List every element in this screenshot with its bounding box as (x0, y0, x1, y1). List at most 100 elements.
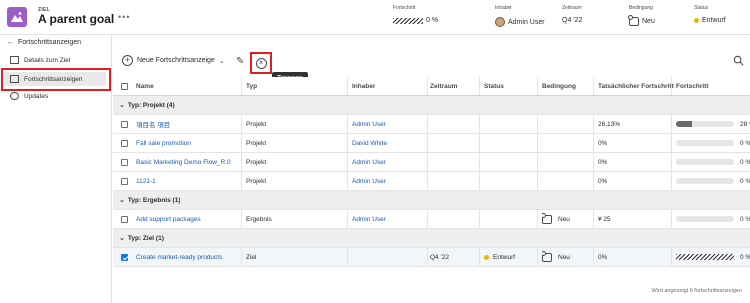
column-divider (537, 248, 538, 266)
chevron-down-icon[interactable]: ⌄ (119, 101, 125, 109)
row-select-cell[interactable] (121, 134, 128, 152)
row-select-cell[interactable] (121, 172, 128, 190)
row-actual-progress: 28,13% (598, 115, 620, 133)
row-checkbox[interactable] (121, 215, 128, 223)
table-row[interactable]: 項目名 項目 Projekt Admin User 28,13% 28 % (113, 115, 750, 134)
progress-text: 0 % (740, 177, 750, 185)
row-owner-text[interactable]: Admin User (352, 178, 386, 185)
column-divider (241, 172, 242, 190)
row-checkbox[interactable] (121, 253, 128, 261)
column-header[interactable]: Inhaber (352, 77, 375, 95)
row-name[interactable]: Fall sale promotion (136, 134, 191, 152)
column-header[interactable]: Name (136, 77, 154, 95)
row-select-cell[interactable] (121, 115, 128, 133)
row-owner[interactable]: Admin User (352, 172, 386, 190)
progress-bar (676, 216, 734, 222)
row-checkbox[interactable] (121, 139, 128, 147)
column-divider (593, 115, 594, 133)
row-type: Projekt (246, 134, 266, 152)
row-name-text[interactable]: Create market-ready products (136, 254, 222, 261)
column-header[interactable]: Zeitraum (430, 77, 457, 95)
row-owner[interactable]: Admin User (352, 210, 386, 228)
chevron-down-icon[interactable]: ⌄ (119, 196, 125, 204)
sidebar-item-details[interactable]: Details zum Ziel (5, 53, 106, 67)
column-header[interactable]: Typ (246, 77, 257, 95)
row-actual-progress: ¥ 25 (598, 210, 611, 228)
group-row[interactable]: ⌄ Typ: Ziel (1) (113, 229, 750, 248)
row-checkbox[interactable] (121, 158, 128, 166)
progress-bar-fill (676, 121, 693, 127)
row-owner-text[interactable]: David White (352, 140, 387, 147)
progress-bar (676, 159, 734, 165)
row-name[interactable]: 1121-1 (136, 172, 156, 190)
column-header[interactable]: Bedingung (542, 77, 576, 95)
progress-bar (676, 178, 734, 184)
disconnect-button[interactable]: × (250, 52, 272, 74)
column-divider (671, 172, 672, 190)
column-divider (347, 77, 348, 95)
status-value: Entwurf (694, 17, 726, 24)
row-name-text[interactable]: Basic Marketing Demo Flow_R.0 (136, 159, 231, 166)
row-owner-text[interactable]: Admin User (352, 159, 386, 166)
column-header[interactable]: Tatsächlicher Fortschritt (598, 77, 674, 95)
more-options-icon[interactable]: ••• (118, 12, 130, 22)
row-name[interactable]: Create market-ready products (136, 248, 222, 266)
row-name[interactable]: 項目名 項目 (136, 115, 170, 133)
row-name-text[interactable]: 項目名 項目 (136, 119, 170, 129)
row-select-cell[interactable] (121, 248, 128, 266)
row-owner[interactable]: Admin User (352, 153, 386, 171)
table-row[interactable]: 1121-1 Projekt Admin User 0% 0 % (113, 172, 750, 191)
column-divider (347, 134, 348, 152)
chevron-down-icon: ⌄ (218, 57, 225, 65)
table-row[interactable]: Fall sale promotion Projekt David White 0% 0… (113, 134, 750, 153)
column-divider (537, 172, 538, 190)
add-progress-indicator-button[interactable]: + Neue Fortschrittsanzeige ⌄ (122, 55, 225, 66)
group-row[interactable]: ⌄ Typ: Projekt (4) (113, 96, 750, 115)
row-name[interactable]: Add support packages (136, 210, 201, 228)
column-divider (347, 172, 348, 190)
column-header[interactable]: Status (484, 77, 504, 95)
chevron-down-icon[interactable]: ⌄ (119, 234, 125, 242)
owner-value[interactable]: Admin User (495, 17, 545, 27)
select-all-checkbox[interactable] (121, 82, 128, 90)
row-name-text[interactable]: Fall sale promotion (136, 140, 191, 147)
table-row[interactable]: Basic Marketing Demo Flow_R.0 Projekt Admi… (113, 153, 750, 172)
row-condition: Neu (542, 210, 570, 228)
row-type-text: Projekt (246, 158, 267, 166)
row-status-text: Entwurf (493, 253, 516, 261)
back-link[interactable]: ← Fortschrittsanzeigen (7, 39, 81, 46)
edit-icon[interactable]: ✎ (236, 56, 244, 67)
row-name[interactable]: Basic Marketing Demo Flow_R.0 (136, 153, 231, 171)
row-name-text[interactable]: 1121-1 (136, 178, 156, 185)
plus-icon: + (122, 55, 133, 66)
table-row[interactable]: Create market-ready products Ziel Q4 '22 En… (113, 248, 750, 267)
row-type-text: Projekt (246, 120, 267, 128)
progress-indicators-table: Name Typ Inhaber Zeitraum Status Bedingung Tat… (113, 77, 750, 267)
table-row[interactable]: Add support packages Ergebnis Admin User Ne… (113, 210, 750, 229)
owner-name: Admin User (508, 18, 545, 26)
column-divider (671, 77, 672, 95)
row-select-cell[interactable] (121, 153, 128, 171)
search-icon[interactable] (733, 55, 744, 66)
arrow-left-icon: ← (7, 39, 14, 46)
progress-bar (676, 254, 734, 260)
row-checkbox[interactable] (121, 120, 128, 128)
row-checkbox[interactable] (121, 177, 128, 185)
row-owner[interactable]: Admin User (352, 115, 386, 133)
row-name-text[interactable]: Add support packages (136, 216, 201, 223)
column-divider (347, 210, 348, 228)
row-owner-text[interactable]: Admin User (352, 216, 386, 223)
column-header[interactable]: Fortschritt (676, 77, 709, 95)
column-divider (593, 172, 594, 190)
group-label: ⌄ Typ: Ziel (1) (119, 229, 164, 247)
sidebar-item-updates[interactable]: Updates (5, 89, 106, 103)
row-condition-text: Neu (558, 253, 570, 261)
row-select-cell[interactable] (121, 210, 128, 228)
row-owner[interactable]: David White (352, 134, 387, 152)
row-owner-text[interactable]: Admin User (352, 121, 386, 128)
progress-text: 0 % (740, 139, 750, 147)
progress-bar (393, 17, 423, 24)
select-all-cell[interactable] (121, 77, 128, 95)
group-row[interactable]: ⌄ Typ: Ergebnis (1) (113, 191, 750, 210)
column-divider (427, 210, 428, 228)
